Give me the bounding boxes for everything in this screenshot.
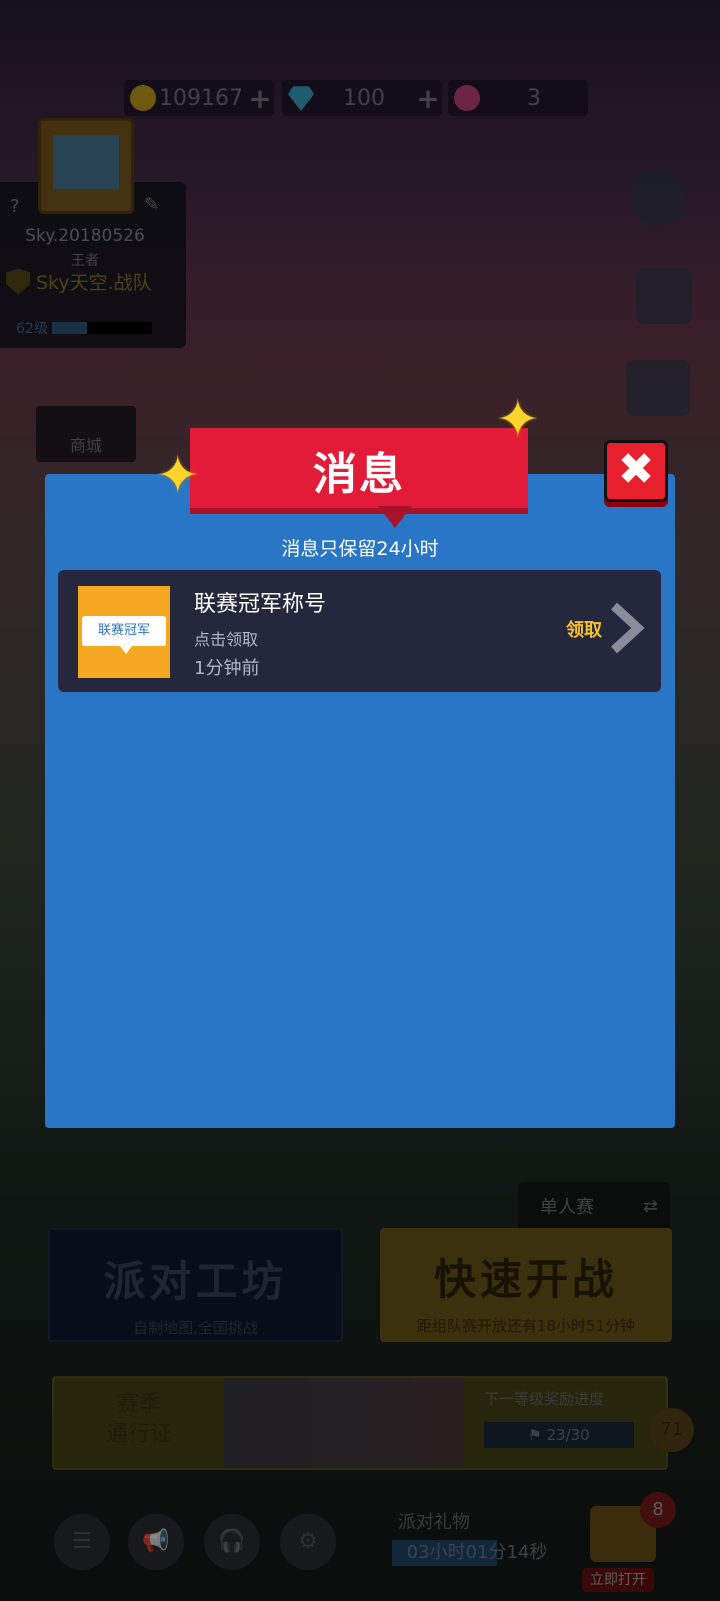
message-title: 联赛冠军称号 [194,592,327,617]
sparkle-star-icon: ✦ [156,446,200,506]
close-button[interactable]: ✖ [604,440,668,502]
dialog-note: 消息只保留24小时 [281,538,439,560]
message-thumbnail: 联赛冠军 [78,586,170,678]
thumbnail-tag: 联赛冠军 [82,616,166,654]
claim-button[interactable]: 领取 [566,616,602,642]
sparkle-star-icon: ✦ [496,390,540,450]
chevron-right-icon[interactable] [606,600,646,656]
message-item[interactable]: 联赛冠军 联赛冠军称号 点击领取 1分钟前 领取 [58,570,661,692]
dialog-title: 消息 [313,449,405,500]
message-subtitle: 点击领取 [194,630,259,649]
message-time: 1分钟前 [194,658,260,679]
